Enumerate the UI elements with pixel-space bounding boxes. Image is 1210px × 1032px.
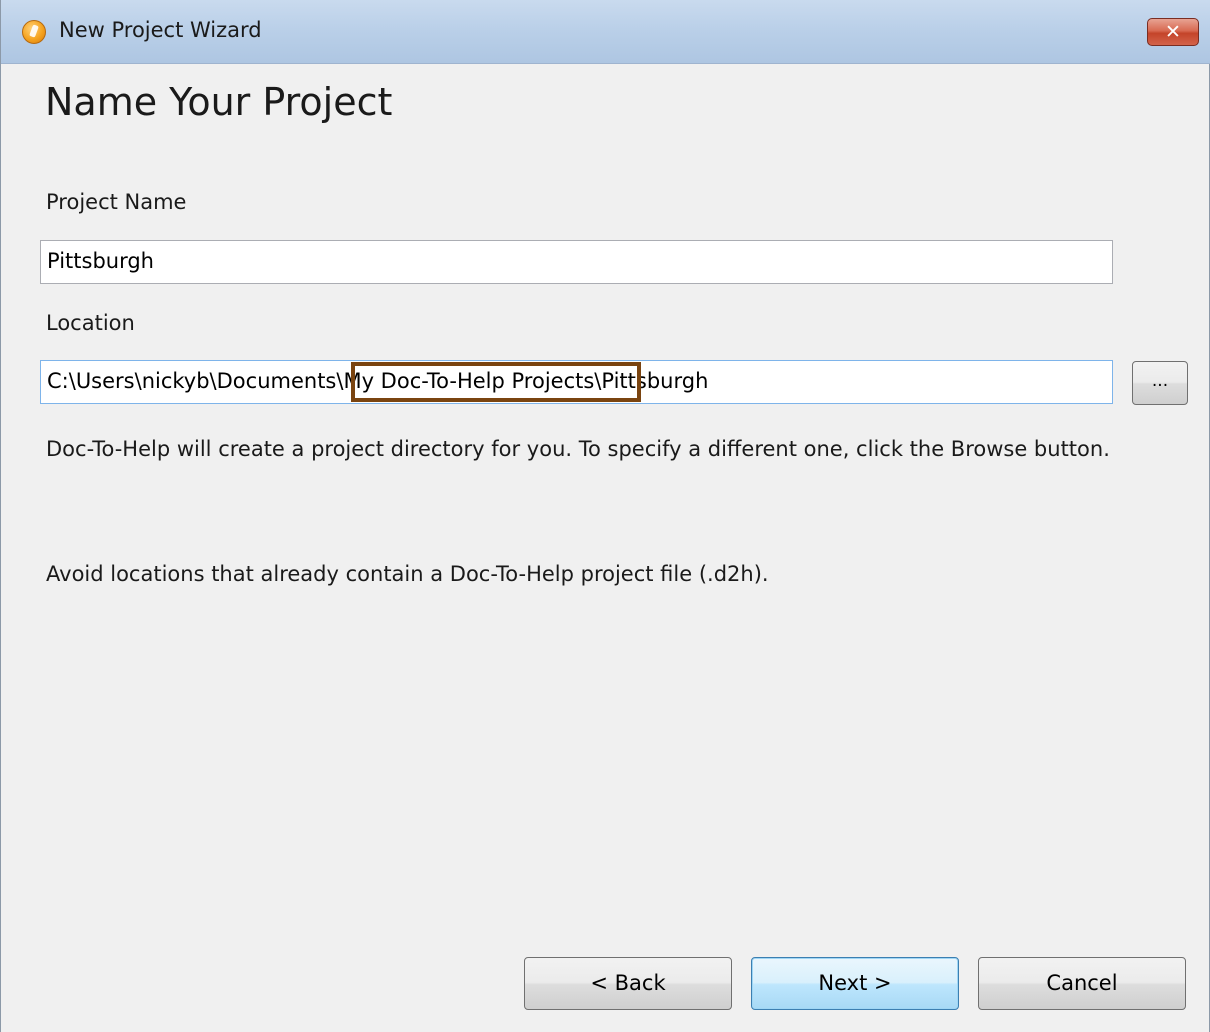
close-icon: ✕: [1165, 21, 1181, 43]
project-name-input[interactable]: Pittsburgh: [40, 240, 1113, 284]
doc-to-help-app-icon: [22, 20, 46, 44]
back-button[interactable]: < Back: [524, 957, 732, 1010]
title-bar: New Project Wizard ✕: [1, 0, 1210, 64]
close-button[interactable]: ✕: [1147, 18, 1199, 46]
page-title: Name Your Project: [45, 80, 393, 124]
info-text-directory: Doc-To-Help will create a project direct…: [46, 437, 1110, 461]
location-value-highlight: My Doc-To-Help Projects\: [343, 369, 602, 393]
location-value-prefix: C:\Users\nickyb\Documents\: [47, 369, 344, 393]
project-name-value: Pittsburgh: [47, 249, 154, 273]
window-title: New Project Wizard: [59, 18, 262, 42]
new-project-wizard-window: New Project Wizard ✕ Name Your Project P…: [0, 0, 1210, 1032]
next-button[interactable]: Next >: [751, 957, 959, 1010]
project-name-label: Project Name: [46, 190, 187, 214]
info-text-avoid-locations: Avoid locations that already contain a D…: [46, 562, 769, 586]
location-input[interactable]: C:\Users\nickyb\Documents\My Doc-To-Help…: [40, 360, 1113, 404]
location-value-suffix: Pittsburgh: [601, 369, 709, 393]
browse-button[interactable]: ...: [1132, 361, 1188, 405]
cancel-button[interactable]: Cancel: [978, 957, 1186, 1010]
location-label: Location: [46, 311, 135, 335]
